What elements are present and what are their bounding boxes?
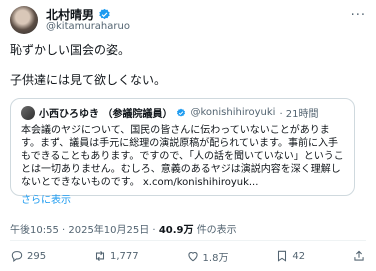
- author-handle[interactable]: @kitamuraharuo: [46, 21, 130, 32]
- repost-count: 1,777: [110, 250, 139, 262]
- tweet-text: 恥ずかしい国会の姿。 子供達には見て欲しくない。: [10, 42, 166, 88]
- tweet-text-line-2: 子供達には見て欲しくない。: [10, 73, 167, 87]
- heart-icon: [187, 252, 198, 262]
- quoted-verified-badge-icon: [177, 108, 186, 117]
- quoted-author-handle: @konishihiroyuki: [190, 107, 276, 118]
- tweet-text-line-1: 恥ずかしい国会の姿。: [10, 43, 131, 57]
- tweet-timestamp[interactable]: 午後10:55 · 2025年10月25日 ·: [10, 225, 156, 236]
- like-button[interactable]: 1.8万: [186, 249, 229, 264]
- action-bar: 295 1,777 1.8万 42: [10, 248, 366, 264]
- reply-icon: [11, 251, 23, 263]
- quoted-time: · 21時間: [279, 109, 319, 120]
- share-button[interactable]: [352, 249, 366, 263]
- view-count-label: 件の表示: [196, 225, 237, 236]
- repost-icon: [95, 250, 105, 262]
- bookmark-icon: [278, 250, 287, 262]
- tweet: 北村晴男 @kitamuraharuo ··· 恥ずかしい国会の姿。 子供達には…: [0, 0, 376, 271]
- reply-count: 295: [27, 250, 47, 262]
- divider: [10, 240, 366, 241]
- tweet-meta: 午後10:55 · 2025年10月25日 · 40.9万 件の表示: [10, 221, 237, 236]
- like-count: 1.8万: [202, 252, 229, 264]
- repost-button[interactable]: 1,777: [93, 249, 139, 263]
- quoted-tweet[interactable]: 小西ひろゆき （参議院議員） @konishihiroyuki · 21時間 本…: [10, 98, 355, 206]
- bookmark-button[interactable]: 42: [275, 249, 305, 263]
- show-more-link[interactable]: さらに表示: [21, 191, 344, 206]
- quoted-tweet-header: 小西ひろゆき （参議院議員） @konishihiroyuki · 21時間: [21, 105, 344, 120]
- reply-button[interactable]: 295: [10, 249, 46, 263]
- more-options-icon[interactable]: ···: [351, 8, 366, 23]
- verified-badge-icon: [99, 8, 110, 20]
- author-avatar[interactable]: [10, 6, 38, 34]
- share-icon: [354, 250, 364, 261]
- tweet-header: 北村晴男 @kitamuraharuo ···: [10, 6, 366, 34]
- quoted-tweet-text: 本会議のヤジについて、国民の皆さんに伝わっていないことがあります。まず、議員は手…: [21, 125, 344, 188]
- bookmark-count: 42: [292, 250, 306, 262]
- view-count: 40.9万: [158, 225, 194, 236]
- quoted-author-avatar: [21, 105, 35, 120]
- quoted-author-name: 小西ひろゆき （参議院議員）: [39, 109, 173, 120]
